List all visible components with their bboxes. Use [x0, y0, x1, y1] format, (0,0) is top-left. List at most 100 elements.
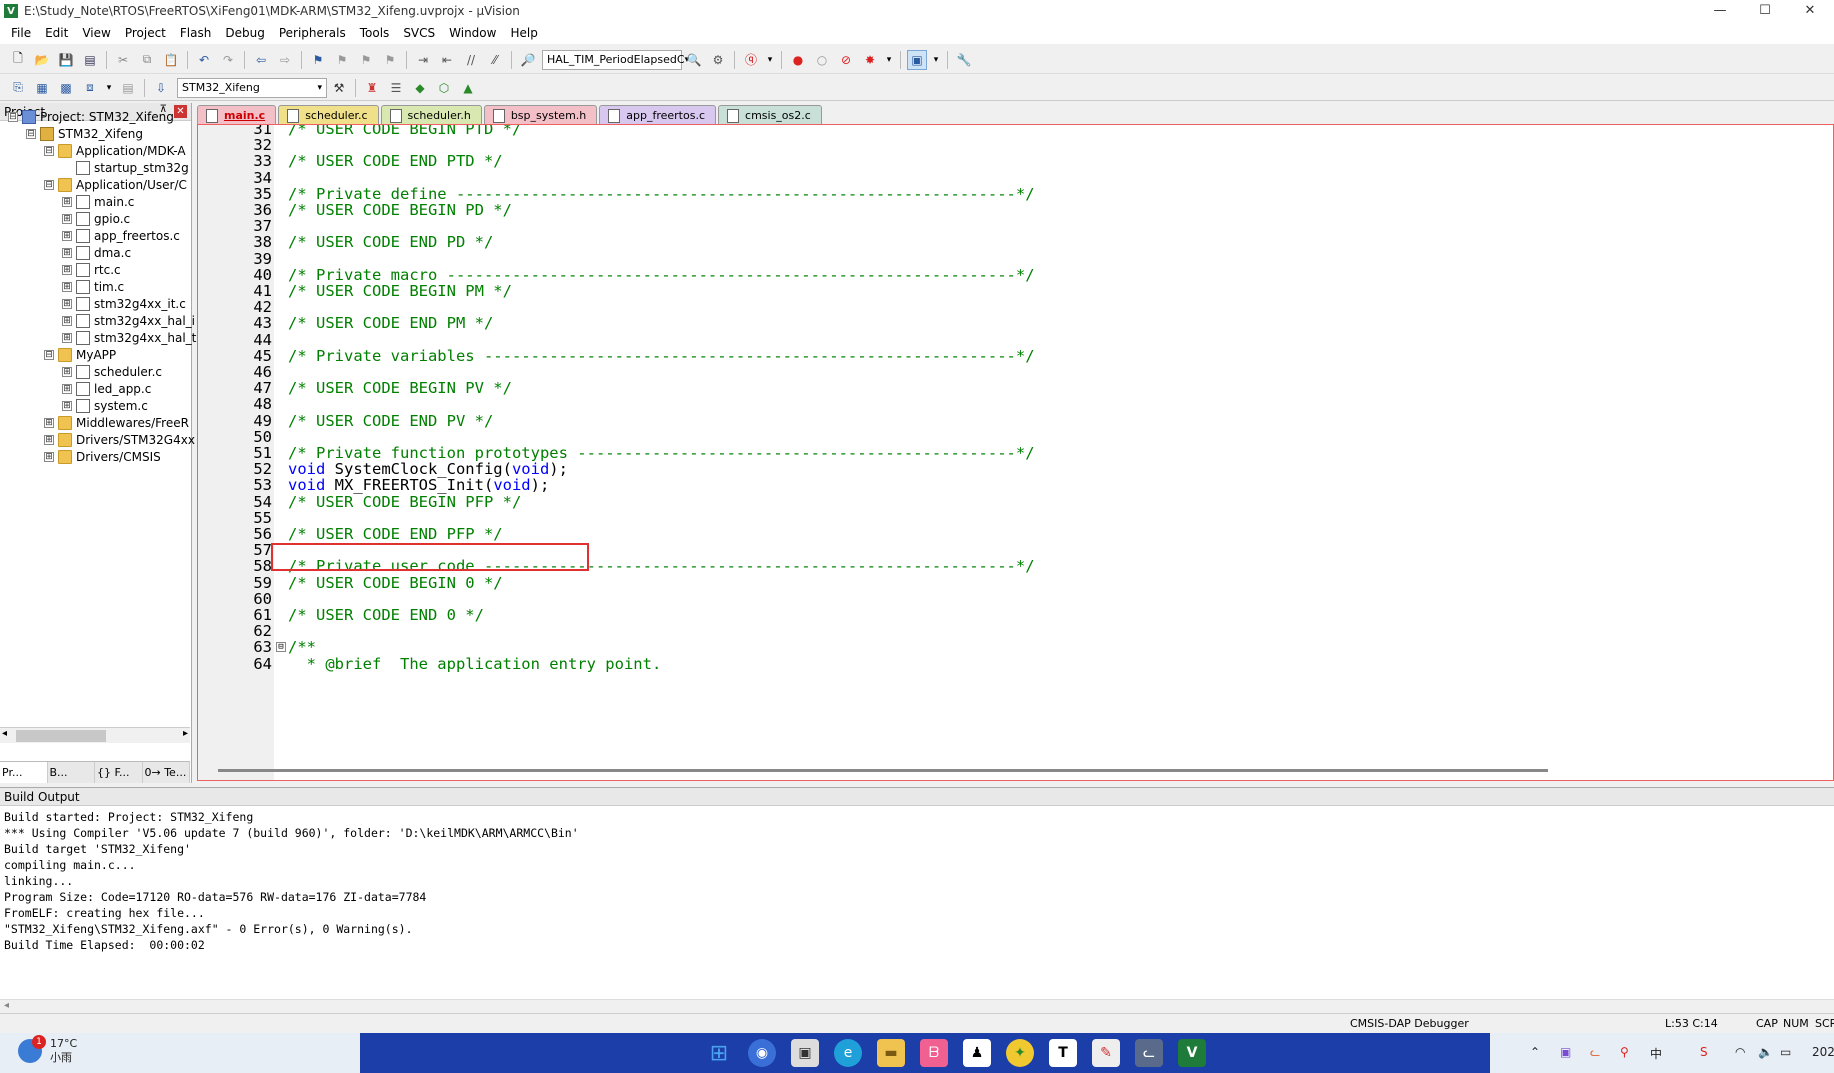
expand-icon[interactable]: ⊞	[62, 367, 72, 377]
collapse-icon[interactable]: ⊟	[8, 112, 18, 122]
paste-icon[interactable]: 📋	[161, 50, 181, 70]
find-in-files-icon[interactable]: 🔎	[518, 50, 538, 70]
manage-run-time-env-icon[interactable]: ◆	[410, 78, 430, 98]
batch-build-icon[interactable]: ⧈	[80, 78, 100, 98]
project-tree-item[interactable]: ⊞ Drivers/CMSIS	[44, 448, 161, 466]
tab-project[interactable]: Pr...	[0, 762, 48, 783]
menu-file[interactable]: File	[4, 22, 38, 44]
manage-multi-project-icon[interactable]: ☰	[386, 78, 406, 98]
incremental-find-icon[interactable]: 🔍	[684, 50, 704, 70]
new-file-icon[interactable]: 🗋	[8, 50, 28, 70]
input-method-icon[interactable]: 中	[1650, 1045, 1662, 1062]
window-layout-icon[interactable]: ▣	[907, 49, 927, 70]
save-all-icon[interactable]: ▤	[80, 50, 100, 70]
navigate-forward-icon[interactable]: ⇨	[275, 50, 295, 70]
editor-tab[interactable]: main.c	[197, 105, 277, 124]
expand-icon[interactable]: ⊞	[62, 265, 72, 275]
bookmark-toggle-icon[interactable]: ⚑	[308, 50, 328, 70]
expand-icon[interactable]: ⊞	[44, 435, 54, 445]
copy-icon[interactable]: ⧉	[137, 50, 157, 70]
chevron-down-icon[interactable]: ▾	[104, 78, 114, 98]
menu-view[interactable]: View	[75, 22, 117, 44]
project-tree-item[interactable]: ⊞ Drivers/STM32G4xx	[44, 431, 195, 449]
editor-horizontal-scrollbar[interactable]	[218, 769, 1548, 772]
collapse-icon[interactable]: ⊟	[44, 350, 54, 360]
stop-build-icon[interactable]: ▤	[118, 78, 138, 98]
chevron-down-icon[interactable]: ▾	[931, 50, 941, 70]
download-load-icon[interactable]: ⇩	[151, 78, 171, 98]
qq-icon[interactable]: ♟	[963, 1039, 991, 1067]
select-software-packs-icon[interactable]: ⬡	[434, 78, 454, 98]
expand-icon[interactable]: ⊞	[62, 333, 72, 343]
open-file-icon[interactable]: 📂	[32, 50, 52, 70]
scroll-right-icon[interactable]: ▸	[183, 728, 188, 739]
draw-app-icon[interactable]: ✎	[1092, 1039, 1120, 1067]
project-tree-item[interactable]: ⊞ dma.c	[62, 244, 131, 262]
uncomment-icon[interactable]: ⁄⁄	[485, 50, 505, 70]
project-tree-item[interactable]: startup_stm32g	[62, 159, 189, 177]
expand-icon[interactable]: ⊞	[62, 231, 72, 241]
editor-tab[interactable]: bsp_system.h	[483, 105, 598, 124]
editor-tab[interactable]: cmsis_os2.c	[718, 105, 822, 124]
tray-cat-icon[interactable]: ᓚ	[1590, 1045, 1600, 1059]
editor-tab[interactable]: app_freertos.c	[599, 105, 717, 124]
menu-window[interactable]: Window	[442, 22, 503, 44]
scroll-left-icon[interactable]: ◂	[4, 1000, 9, 1011]
comment-icon[interactable]: //	[461, 50, 481, 70]
project-tree-item[interactable]: ⊞ rtc.c	[62, 261, 121, 279]
configure-icon[interactable]: ⚙	[708, 50, 728, 70]
fold-toggle-icon[interactable]: ⊟	[276, 642, 286, 653]
project-tree-item[interactable]: ⊞ app_freertos.c	[62, 227, 180, 245]
code-editor[interactable]: 31/* USER CODE BEGIN PTD */32 33/* USER C…	[197, 124, 1834, 781]
collapse-icon[interactable]: ⊟	[26, 129, 36, 139]
editor-tab[interactable]: scheduler.h	[380, 105, 482, 124]
rebuild-icon[interactable]: ▩	[56, 78, 76, 98]
breakpoint-disable-all-icon[interactable]: ⊘	[836, 50, 856, 70]
build-output-scrollbar[interactable]: ◂	[0, 999, 1834, 1013]
menu-edit[interactable]: Edit	[38, 22, 75, 44]
cut-icon[interactable]: ✂	[113, 50, 133, 70]
expand-icon[interactable]: ⊞	[62, 197, 72, 207]
breakpoint-kill-all-icon[interactable]: ✸	[860, 50, 880, 70]
menu-peripherals[interactable]: Peripherals	[272, 22, 353, 44]
expand-icon[interactable]: ⊞	[62, 248, 72, 258]
scroll-left-icon[interactable]: ◂	[2, 728, 7, 739]
find-combo[interactable]: HAL_TIM_PeriodElapsedC ▾	[542, 49, 689, 70]
target-options-icon[interactable]: ⚒	[329, 78, 349, 98]
save-icon[interactable]: 💾	[56, 50, 76, 70]
tab-functions[interactable]: {} F...	[95, 762, 143, 783]
chevron-down-icon[interactable]: ▾	[884, 50, 894, 70]
search-icon[interactable]: ◉	[748, 1039, 776, 1067]
configuration-wrench-icon[interactable]: 🔧	[954, 50, 974, 70]
project-tree-item[interactable]: ⊞ stm32g4xx_hal_i	[62, 312, 195, 330]
project-tree-item[interactable]: ⊞ system.c	[62, 397, 148, 415]
close-panel-icon[interactable]: ✕	[174, 105, 187, 118]
expand-icon[interactable]: ⊞	[62, 282, 72, 292]
task-view-icon[interactable]: ▣	[791, 1039, 819, 1067]
bookmark-prev-icon[interactable]: ⚑	[332, 50, 352, 70]
app-icon[interactable]: ✦	[1006, 1039, 1034, 1067]
redo-icon[interactable]: ↷	[218, 50, 238, 70]
chevron-down-icon[interactable]: ▾	[765, 50, 775, 70]
pack-installer-icon[interactable]: ▲	[458, 78, 478, 98]
collapse-icon[interactable]: ⊟	[44, 146, 54, 156]
expand-icon[interactable]: ⊞	[62, 214, 72, 224]
edge-browser-icon[interactable]: e	[834, 1039, 862, 1067]
start-icon[interactable]: ⊞	[705, 1039, 733, 1067]
project-tree-item[interactable]: ⊟ Application/MDK-A	[44, 142, 186, 160]
scrollbar-thumb[interactable]	[16, 730, 106, 742]
menu-debug[interactable]: Debug	[218, 22, 271, 44]
project-tree-item[interactable]: ⊞ led_app.c	[62, 380, 151, 398]
target-select[interactable]: STM32_Xifeng ▾	[177, 77, 327, 98]
undo-icon[interactable]: ↶	[194, 50, 214, 70]
keil-uvision-icon[interactable]: V	[1178, 1039, 1206, 1067]
project-tree-item[interactable]: ⊞ stm32g4xx_it.c	[62, 295, 186, 313]
tray-app-icon[interactable]: ▣	[1560, 1045, 1571, 1059]
build-icon[interactable]: ▦	[32, 78, 52, 98]
menu-help[interactable]: Help	[503, 22, 544, 44]
editor-tab[interactable]: scheduler.c	[278, 105, 379, 124]
expand-icon[interactable]: ⊞	[62, 316, 72, 326]
chevron-up-icon[interactable]: ⌃	[1530, 1045, 1540, 1059]
bookmark-clear-icon[interactable]: ⚑	[380, 50, 400, 70]
typora-icon[interactable]: T	[1049, 1039, 1077, 1067]
